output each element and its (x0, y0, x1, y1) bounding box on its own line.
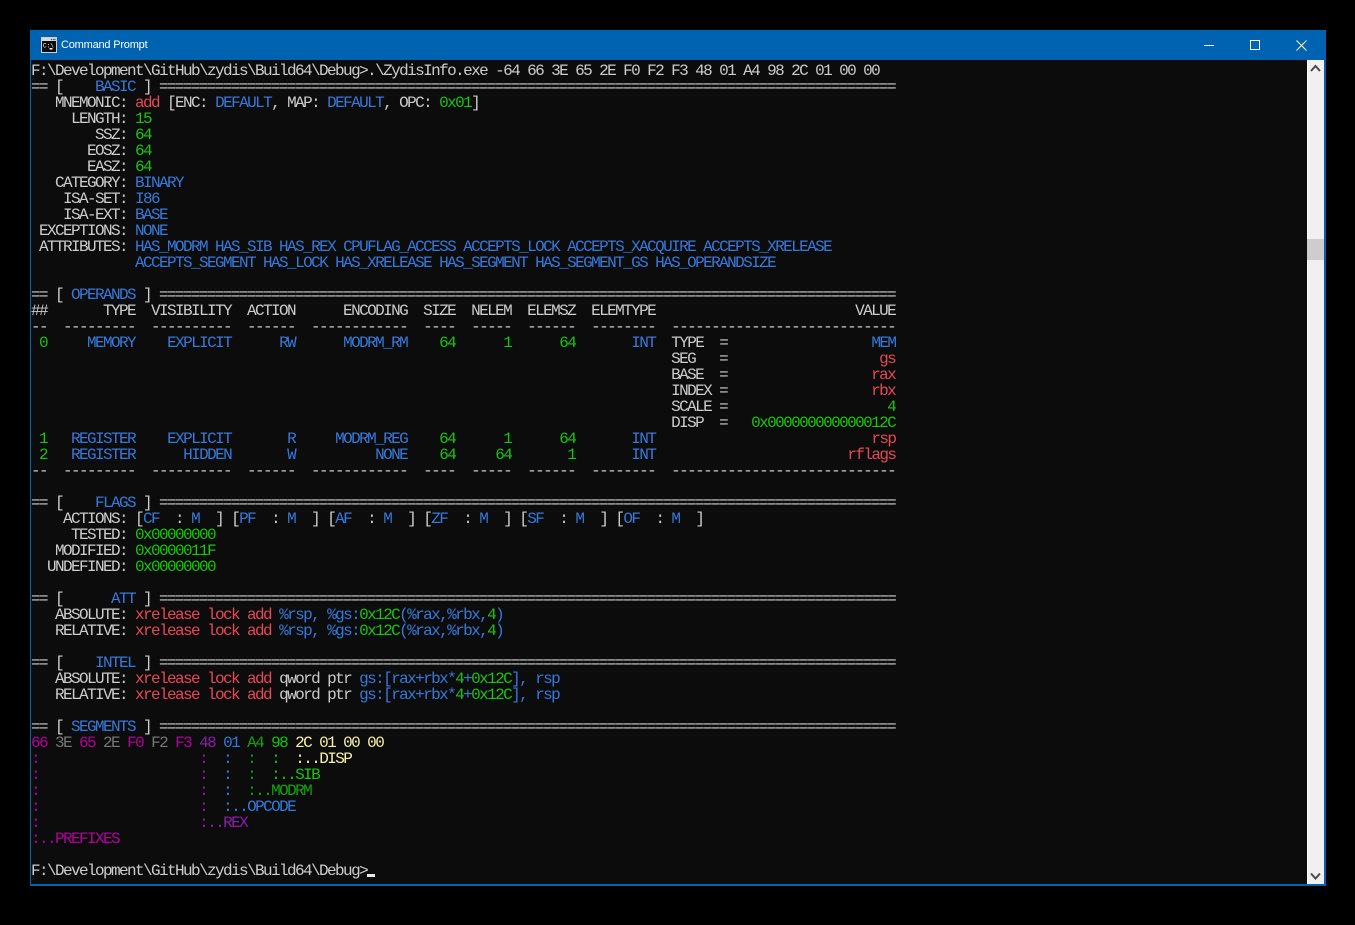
svg-text:C:\: C:\ (43, 43, 54, 50)
